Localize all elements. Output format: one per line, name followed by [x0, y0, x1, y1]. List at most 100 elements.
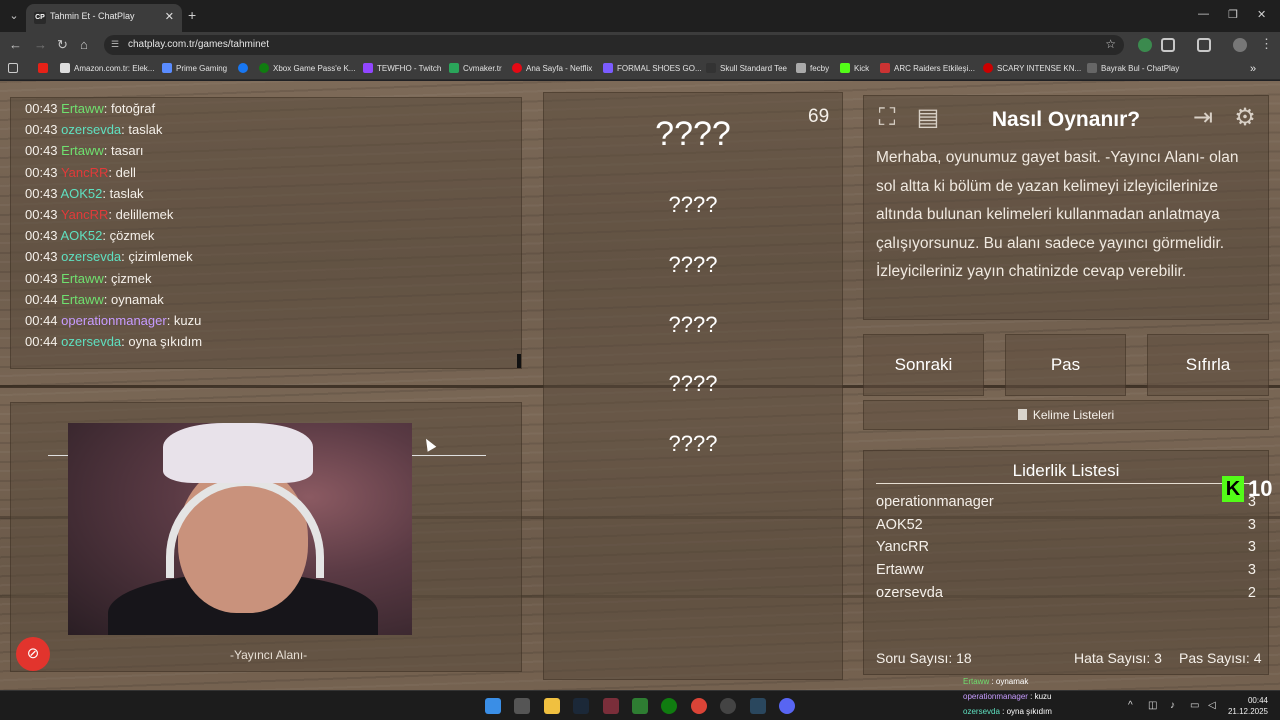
next-button[interactable]: Sonraki	[863, 334, 984, 396]
app-icon[interactable]	[514, 698, 530, 714]
network-icon[interactable]: ▭	[1190, 700, 1199, 711]
extensions-puzzle-icon[interactable]	[1161, 38, 1175, 52]
close-window-icon[interactable]: ✕	[1257, 8, 1266, 21]
bookmark-item[interactable]: Amazon.com.tr: Elek...	[60, 63, 154, 73]
bookmark-item[interactable]: fecby	[796, 63, 829, 73]
leaderboard-name: YancRR	[876, 539, 929, 556]
chat-username[interactable]: ozersevda	[61, 249, 121, 264]
microphone-icon[interactable]: ♪	[1170, 700, 1175, 711]
browser-tabstrip: ⌄ CP Tahmin Et - ChatPlay ✕ + — ❐ ✕	[0, 0, 1280, 32]
chat-message: 00:43 AOK52: taslak	[25, 186, 144, 201]
chat-username[interactable]: AOK52	[60, 228, 102, 243]
word-lists-button[interactable]: Kelime Listeleri	[863, 400, 1269, 430]
bookmark-item[interactable]: Kick	[840, 63, 869, 73]
fullscreen-icon[interactable]: ⛶	[871, 102, 903, 134]
chat-username[interactable]: AOK52	[60, 186, 102, 201]
bookmark-item[interactable]: FORMAL SHOES GO...	[603, 63, 702, 73]
leaderboard-name: AOK52	[876, 516, 923, 533]
document-icon[interactable]: ▤	[912, 102, 944, 134]
leaderboard-name: operationmanager	[876, 494, 994, 510]
chat-text: : oyna şıkıdım	[121, 334, 203, 350]
chat-username[interactable]: YancRR	[61, 165, 108, 180]
app-icon[interactable]	[632, 698, 648, 714]
steam-icon[interactable]	[573, 698, 589, 714]
overlay-chat-line: ozersevda : oyna şıkıdım	[963, 707, 1052, 716]
chat-text: : çözmek	[102, 228, 155, 244]
site-info-icon[interactable]: ☰	[111, 39, 119, 50]
chat-message: 00:43 YancRR: delillemek	[25, 207, 173, 222]
bookmark-item[interactable]: SCARY INTENSE KN...	[983, 63, 1081, 73]
bookmark-item[interactable]: Prime Gaming	[162, 63, 227, 73]
pass-count: Pas Sayısı: 4	[1179, 650, 1262, 666]
chat-time: 00:43	[25, 228, 58, 244]
bookmark-item[interactable]	[238, 63, 248, 73]
chat-time: 00:43	[25, 270, 58, 286]
discord-icon[interactable]	[779, 698, 795, 714]
browser-toolbar: ← → ↻ ⌂ ☰ chatplay.com.tr/games/tahminet…	[0, 32, 1280, 58]
xbox-icon[interactable]	[661, 698, 677, 714]
app-icon[interactable]	[603, 698, 619, 714]
forbidden-word: ????	[668, 431, 718, 456]
chat-text: : delillemek	[108, 207, 174, 222]
reload-icon[interactable]: ↻	[57, 37, 68, 53]
chat-username[interactable]: Ertaww	[61, 292, 104, 307]
chat-message: 00:43 AOK52: çözmek	[25, 228, 154, 243]
chat-message: 00:43 Ertaww: çizmek	[25, 271, 151, 286]
chat-username[interactable]: Ertaww	[61, 271, 104, 286]
chat-username[interactable]: operationmanager	[61, 313, 167, 328]
logout-icon[interactable]: ⇥	[1187, 102, 1219, 134]
chat-time: 00:43	[25, 164, 58, 180]
restore-icon[interactable]: ❐	[1228, 8, 1238, 21]
system-clock[interactable]: 00:44 21.12.2025	[1228, 695, 1268, 717]
pass-button[interactable]: Pas	[1005, 334, 1126, 396]
chat-time: 00:43	[25, 207, 58, 222]
file-explorer-icon[interactable]	[544, 698, 560, 714]
bookmark-item[interactable]: Skull Standard Tee	[706, 63, 787, 73]
chat-username[interactable]: ozersevda	[61, 334, 121, 349]
settings-gear-icon[interactable]: ⚙	[1229, 102, 1261, 134]
chat-username[interactable]: Ertaww	[61, 143, 104, 158]
tray-chevron-icon[interactable]: ^	[1128, 700, 1133, 711]
more-bookmarks-icon[interactable]: »	[1250, 63, 1256, 75]
translate-icon[interactable]	[1197, 38, 1211, 52]
start-icon[interactable]	[485, 698, 501, 714]
extension-icon[interactable]	[1138, 38, 1152, 52]
tab-close-icon[interactable]: ✕	[165, 10, 174, 23]
bookmark-item[interactable]: Bayrak Bul - ChatPlay	[1087, 63, 1179, 73]
chat-time: 00:44	[25, 313, 58, 328]
url-text: chatplay.com.tr/games/tahminet	[128, 39, 269, 50]
bookmark-youtube[interactable]	[38, 63, 48, 73]
chat-time: 00:43	[25, 185, 58, 201]
error-count: Hata Sayısı: 3	[1074, 650, 1162, 666]
forward-icon[interactable]: →	[34, 37, 47, 52]
chat-username[interactable]: Ertaww	[61, 101, 104, 116]
browser-menu-icon[interactable]: ⋮	[1260, 36, 1273, 52]
chat-username[interactable]: YancRR	[61, 207, 108, 222]
chat-username[interactable]: ozersevda	[61, 122, 121, 137]
home-icon[interactable]: ⌂	[80, 37, 88, 52]
new-tab-icon[interactable]: +	[188, 7, 196, 23]
address-bar[interactable]: ☰ chatplay.com.tr/games/tahminet ☆	[104, 35, 1124, 55]
chat-time: 00:44	[25, 291, 58, 307]
tab-search-icon[interactable]: ⌄	[6, 8, 22, 24]
tray-app-icon[interactable]: ◫	[1148, 700, 1157, 711]
bookmark-item[interactable]: ARC Raiders Etkileşi...	[880, 63, 975, 73]
bookmark-star-icon[interactable]: ☆	[1105, 37, 1116, 51]
bookmark-item[interactable]: TEWFHO - Twitch	[363, 63, 441, 73]
browser-tab[interactable]: CP Tahmin Et - ChatPlay ✕	[26, 4, 182, 32]
steam-icon[interactable]	[750, 698, 766, 714]
bookmark-item[interactable]: Xbox Game Pass'e K...	[259, 63, 355, 73]
apps-icon[interactable]	[8, 63, 18, 73]
chrome-icon[interactable]	[691, 698, 707, 714]
chat-scrollbar[interactable]	[517, 354, 521, 368]
reset-button[interactable]: Sıfırla	[1147, 334, 1269, 396]
bookmark-item[interactable]: Ana Sayfa - Netflix	[512, 63, 592, 73]
minimize-icon[interactable]: —	[1198, 8, 1209, 20]
record-icon[interactable]: ⊘	[16, 637, 50, 671]
volume-icon[interactable]: ◁	[1208, 700, 1216, 711]
chat-time: 00:43	[25, 143, 58, 159]
app-icon[interactable]	[720, 698, 736, 714]
back-icon[interactable]: ←	[9, 37, 22, 52]
profile-avatar[interactable]	[1233, 38, 1247, 52]
bookmark-item[interactable]: Cvmaker.tr	[449, 63, 502, 73]
